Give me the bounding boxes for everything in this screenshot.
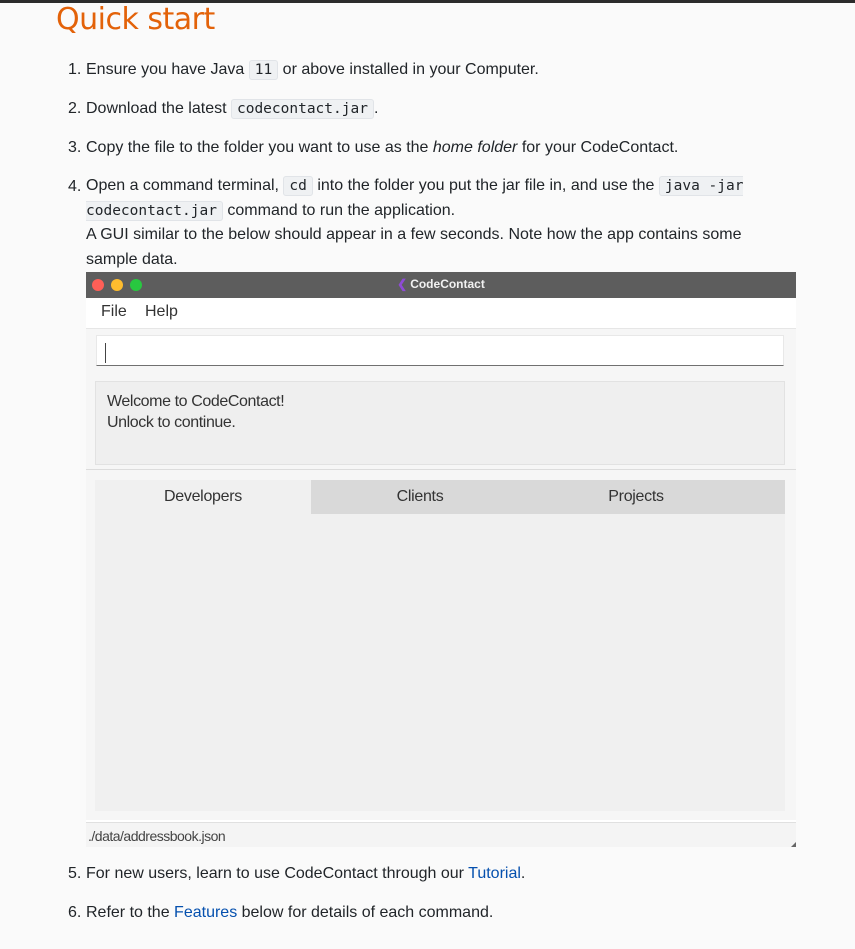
result-line: Welcome to CodeContact! [107,393,285,410]
step-number: 6. [68,904,82,921]
result-display: Welcome to CodeContact! Unlock to contin… [95,381,785,465]
command-box [86,328,796,376]
menu-help[interactable]: Help [145,303,178,321]
menu-file[interactable]: File [101,303,127,321]
step-text: or above installed in your Computer. [278,61,539,78]
step-number: 3. [68,139,82,156]
result-display-area: Welcome to CodeContact! Unlock to contin… [86,375,796,470]
app-title-text: CodeContact [410,277,485,291]
tab-bar: Developers Clients Projects [95,480,785,514]
step-text: . [520,865,526,882]
inline-code: cd [283,176,313,196]
step-text: For new users, learn to use CodeContact … [86,865,469,882]
step-text: into the folder you put the jar file in,… [312,177,659,194]
step-text: . [373,100,379,117]
step-number: 4. [68,178,82,195]
status-file-path: ./data/addressbook.json [88,828,226,844]
step-number: 1. [68,61,82,78]
text-caret [105,343,106,363]
result-line: Unlock to continue. [107,414,236,431]
step-note: A GUI similar to the below should appear… [86,226,742,268]
step-text: for your CodeContact. [517,139,679,156]
tab-content-panel [95,514,785,811]
app-titlebar: ❮ CodeContact [86,272,796,298]
inline-code: 11 [248,60,279,80]
features-link[interactable]: Features [174,904,237,921]
tab-pane-area: Developers Clients Projects [86,470,796,820]
step-text: Ensure you have Java [86,61,249,78]
app-logo-icon: ❮ [397,277,408,291]
step-text: below for details of each command. [237,904,494,921]
inline-code: codecontact.jar [230,99,374,119]
app-screenshot-window: ❮ CodeContact File Help Welcome to CodeCo… [86,272,796,847]
step-number: 2. [68,100,82,117]
status-bar: ./data/addressbook.json [86,822,796,847]
step-text: Open a command terminal, [86,177,284,194]
menu-bar: File Help [86,298,796,328]
command-input[interactable] [96,335,784,366]
step-text: Download the latest [86,100,231,117]
step-text: Refer to the [86,904,175,921]
emphasis-text: home folder [432,139,518,156]
section-heading: Quick start [56,2,215,37]
tab-projects[interactable]: Projects [528,480,744,514]
tab-clients[interactable]: Clients [312,480,528,514]
app-title: ❮ CodeContact [86,277,796,291]
step-text: command to run the application. [222,201,456,219]
tab-developers[interactable]: Developers [95,480,311,514]
resize-grip-icon[interactable] [791,842,796,847]
step-text: Copy the file to the folder you want to … [86,139,433,156]
step-number: 5. [68,865,82,882]
tutorial-link[interactable]: Tutorial [468,865,521,882]
